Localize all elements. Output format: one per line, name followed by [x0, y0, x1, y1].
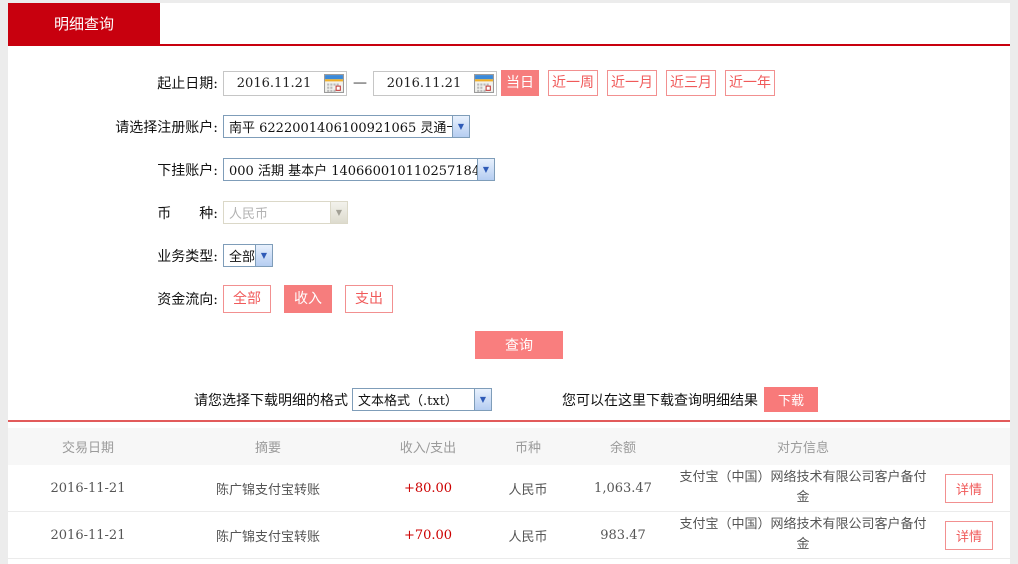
- end-date-value: 2016.11.21: [386, 75, 462, 91]
- cell-date: 2016-11-21: [50, 480, 126, 496]
- calendar-icon[interactable]: [474, 73, 494, 93]
- header-balance: 余额: [609, 441, 636, 457]
- cell-date: 2016-11-21: [50, 527, 126, 543]
- cell-balance: 1,063.47: [594, 480, 652, 496]
- page: 明细查询 起止日期: 2016.11.21 — 2016.11.21 当日 近一…: [8, 3, 1010, 564]
- chevron-down-icon: ▼: [452, 116, 469, 138]
- currency-value: 人民币: [229, 207, 269, 223]
- cell-currency: 人民币: [508, 482, 548, 498]
- cell-counterparty: 支付宝（中国）网络技术有限公司客户备付金: [678, 515, 928, 557]
- cell-summary: 陈广锦支付宝转账: [215, 529, 320, 545]
- table-row: 2016-11-21 陈广锦支付宝转账 +70.00 人民币 983.47 支付…: [8, 512, 1010, 560]
- business-type-label: 业务类型:: [157, 248, 218, 265]
- query-panel: 起止日期: 2016.11.21 — 2016.11.21 当日 近一周 近一月…: [8, 46, 1010, 564]
- quick-range-quarter-button[interactable]: 近三月: [666, 70, 716, 97]
- start-date-value: 2016.11.21: [236, 75, 312, 91]
- date-range-label: 起止日期:: [157, 76, 218, 93]
- quick-range-year-button[interactable]: 近一年: [725, 70, 775, 97]
- cell-amount: +80.00: [403, 480, 453, 496]
- start-date-input[interactable]: 2016.11.21: [223, 70, 347, 96]
- sub-account-label: 下挂账户:: [157, 162, 218, 179]
- detail-button[interactable]: 详情: [944, 473, 993, 503]
- quick-range-month-button[interactable]: 近一月: [607, 70, 657, 97]
- register-account-row: 请选择注册账户: 南平 6222001406100921065 灵通卡 ▼: [8, 115, 1010, 139]
- fund-flow-income-button[interactable]: 收入: [284, 285, 332, 314]
- download-row: 请您选择下载明细的格式 文本格式（.txt） ▼ 您可以在这里下载查询明细结果 …: [8, 387, 1010, 413]
- date-range-separator: —: [353, 75, 367, 92]
- sub-account-value: 000 活期 基本户 1406600101102571848: [229, 164, 477, 180]
- query-button[interactable]: 查询: [475, 331, 563, 360]
- header-date: 交易日期: [61, 441, 114, 457]
- register-account-label: 请选择注册账户:: [115, 119, 218, 136]
- download-format-label: 请您选择下载明细的格式: [194, 392, 348, 409]
- tab-bar: 明细查询: [8, 3, 1010, 46]
- cell-counterparty: 支付宝（中国）网络技术有限公司客户备付金: [678, 468, 928, 510]
- chevron-down-icon: ▼: [474, 389, 491, 411]
- register-account-value: 南平 6222001406100921065 灵通卡: [229, 121, 452, 137]
- calendar-icon[interactable]: [324, 73, 344, 93]
- divider: [8, 420, 1010, 423]
- sub-account-row: 下挂账户: 000 活期 基本户 1406600101102571848 ▼: [8, 158, 1010, 182]
- download-hint: 您可以在这里下载查询明细结果: [562, 392, 758, 409]
- counterparty-text: 支付宝（中国）网络技术有限公司客户备付金: [679, 516, 927, 553]
- business-type-select[interactable]: 全部 ▼: [223, 244, 273, 268]
- quick-range-today-button[interactable]: 当日: [501, 70, 539, 97]
- cell-balance: 983.47: [600, 527, 646, 543]
- currency-row: 币 种: 人民币 ▼: [8, 201, 1010, 225]
- query-form: 起止日期: 2016.11.21 — 2016.11.21 当日 近一周 近一月…: [8, 46, 1010, 413]
- fund-flow-row: 资金流向: 全部 收入 支出: [8, 285, 1010, 314]
- chevron-down-icon: ▼: [330, 202, 347, 224]
- table-row: 2016-11-21 陈广锦支付宝转账 +80.00 人民币 1,063.47 …: [8, 465, 1010, 513]
- results-table: 交易日期 摘要 收入/支出 币种 余额 对方信息 2016-11-21 陈广锦支…: [8, 428, 1010, 560]
- fund-flow-all-button[interactable]: 全部: [223, 285, 271, 314]
- header-currency: 币种: [514, 441, 541, 457]
- counterparty-text: 支付宝（中国）网络技术有限公司客户备付金: [679, 469, 927, 506]
- currency-select: 人民币 ▼: [223, 201, 348, 225]
- currency-label: 币 种:: [157, 205, 218, 222]
- business-type-row: 业务类型: 全部 ▼: [8, 244, 1010, 268]
- download-format-select[interactable]: 文本格式（.txt） ▼: [352, 388, 492, 412]
- header-amount: 收入/支出: [399, 441, 457, 457]
- quick-range-week-button[interactable]: 近一周: [548, 70, 598, 97]
- tab-detail-query[interactable]: 明细查询: [8, 3, 160, 44]
- header-counterparty: 对方信息: [776, 441, 829, 457]
- detail-button[interactable]: 详情: [944, 520, 993, 550]
- cell-currency: 人民币: [508, 529, 548, 545]
- download-button[interactable]: 下载: [764, 387, 818, 413]
- cell-detail: 详情: [928, 473, 1010, 503]
- sub-account-select[interactable]: 000 活期 基本户 1406600101102571848 ▼: [223, 158, 495, 182]
- fund-flow-expense-button[interactable]: 支出: [345, 285, 393, 314]
- fund-flow-label: 资金流向:: [157, 292, 218, 309]
- register-account-select[interactable]: 南平 6222001406100921065 灵通卡 ▼: [223, 115, 470, 139]
- business-type-value: 全部: [229, 250, 255, 266]
- cell-amount: +70.00: [403, 527, 453, 543]
- chevron-down-icon: ▼: [477, 159, 494, 181]
- date-range-row: 起止日期: 2016.11.21 — 2016.11.21 当日 近一周 近一月…: [8, 70, 1010, 97]
- end-date-input[interactable]: 2016.11.21: [373, 70, 497, 96]
- cell-detail: 详情: [928, 520, 1010, 550]
- chevron-down-icon: ▼: [255, 245, 272, 267]
- cell-summary: 陈广锦支付宝转账: [215, 482, 320, 498]
- header-summary: 摘要: [254, 441, 281, 457]
- download-format-value: 文本格式（.txt）: [358, 394, 458, 410]
- table-header-row: 交易日期 摘要 收入/支出 币种 余额 对方信息: [8, 428, 1010, 466]
